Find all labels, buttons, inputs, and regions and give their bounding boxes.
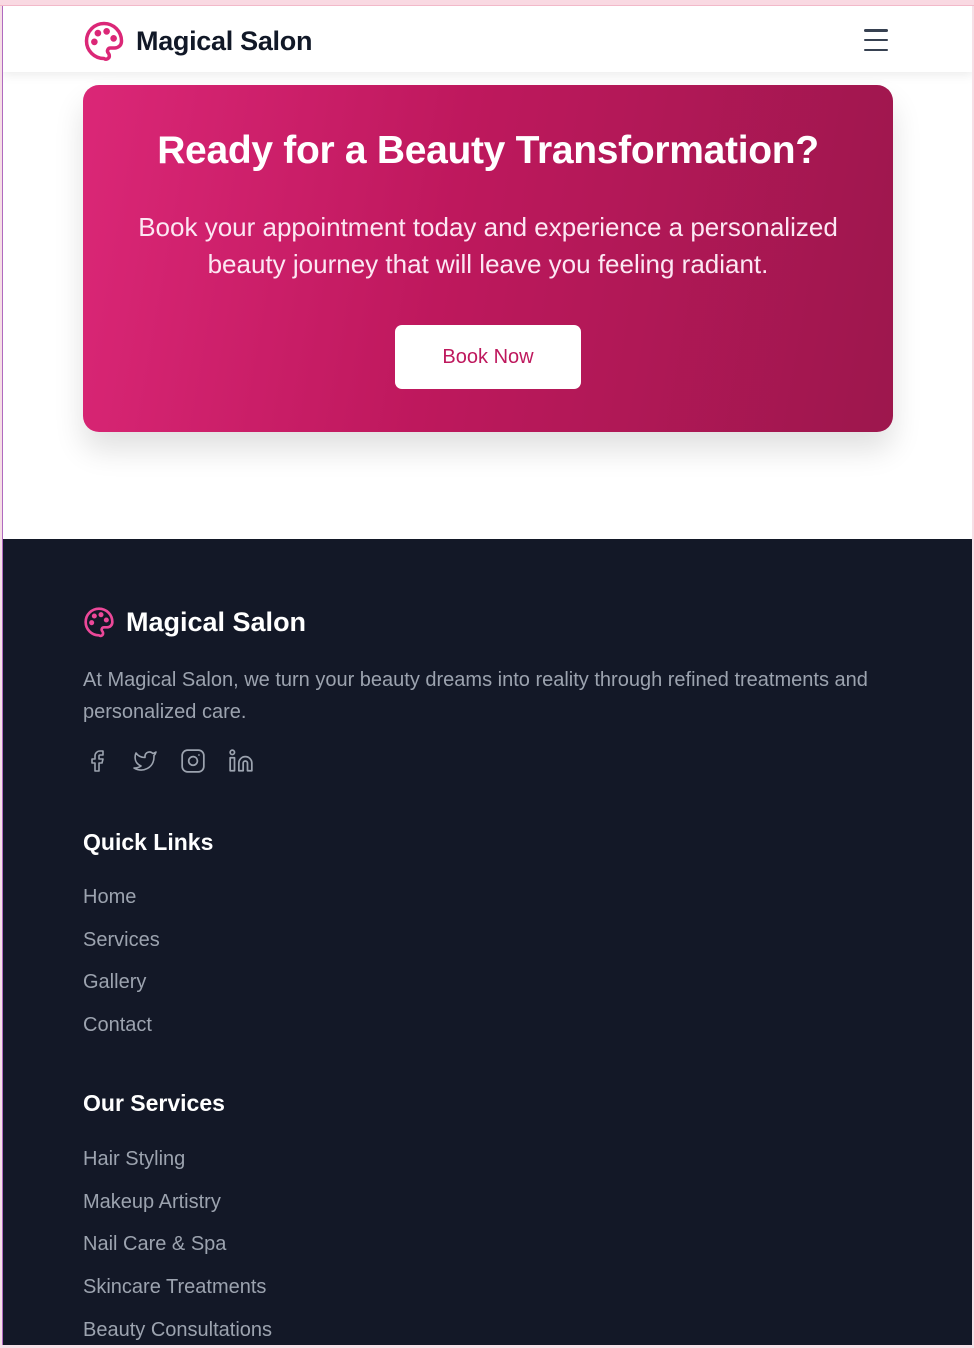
menu-line (864, 48, 888, 51)
services-list: Hair Styling Makeup Artistry Nail Care &… (83, 1147, 272, 1345)
footer-service-nail-care[interactable]: Nail Care & Spa (83, 1232, 272, 1275)
footer-description: At Magical Salon, we turn your beauty dr… (83, 669, 868, 723)
social-links (83, 747, 275, 775)
linkedin-icon[interactable] (227, 747, 255, 775)
facebook-icon[interactable] (83, 747, 111, 775)
cta-description: Book your appointment today and experien… (138, 212, 838, 279)
footer-service-skincare[interactable]: Skincare Treatments (83, 1275, 272, 1318)
site-footer: Magical Salon At Magical Salon, we turn … (3, 539, 972, 1345)
cta-banner: Ready for a Beauty Transformation? Book … (83, 85, 893, 432)
footer-link-contact[interactable]: Contact (83, 1013, 160, 1056)
footer-service-makeup-artistry[interactable]: Makeup Artistry (83, 1190, 272, 1233)
palette-icon (83, 606, 115, 638)
hamburger-menu-icon[interactable] (861, 26, 891, 54)
footer-link-gallery[interactable]: Gallery (83, 970, 160, 1013)
footer-service-hair-styling[interactable]: Hair Styling (83, 1147, 272, 1190)
menu-line (864, 38, 888, 42)
header-brand-name: Magical Salon (136, 25, 313, 56)
footer-link-services[interactable]: Services (83, 928, 160, 971)
instagram-icon[interactable] (179, 747, 207, 775)
footer-brand[interactable]: Magical Salon (83, 606, 306, 638)
footer-link-home[interactable]: Home (83, 885, 160, 928)
menu-line (864, 29, 888, 32)
palette-icon (83, 20, 125, 62)
our-services-heading: Our Services (83, 1090, 225, 1116)
footer-brand-name: Magical Salon (126, 606, 307, 637)
book-now-button[interactable]: Book Now (395, 325, 581, 389)
cta-title: Ready for a Beauty Transformation? (157, 129, 819, 172)
site-header: Magical Salon (3, 6, 972, 72)
quick-links-list: Home Services Gallery Contact (83, 885, 160, 1056)
twitter-icon[interactable] (131, 747, 159, 775)
header-brand[interactable]: Magical Salon (83, 20, 312, 62)
page-viewport: Magical Salon Ready for a Beauty Transfo… (2, 6, 972, 1345)
quick-links-heading: Quick Links (83, 829, 214, 855)
footer-service-consultations[interactable]: Beauty Consultations (83, 1318, 272, 1345)
